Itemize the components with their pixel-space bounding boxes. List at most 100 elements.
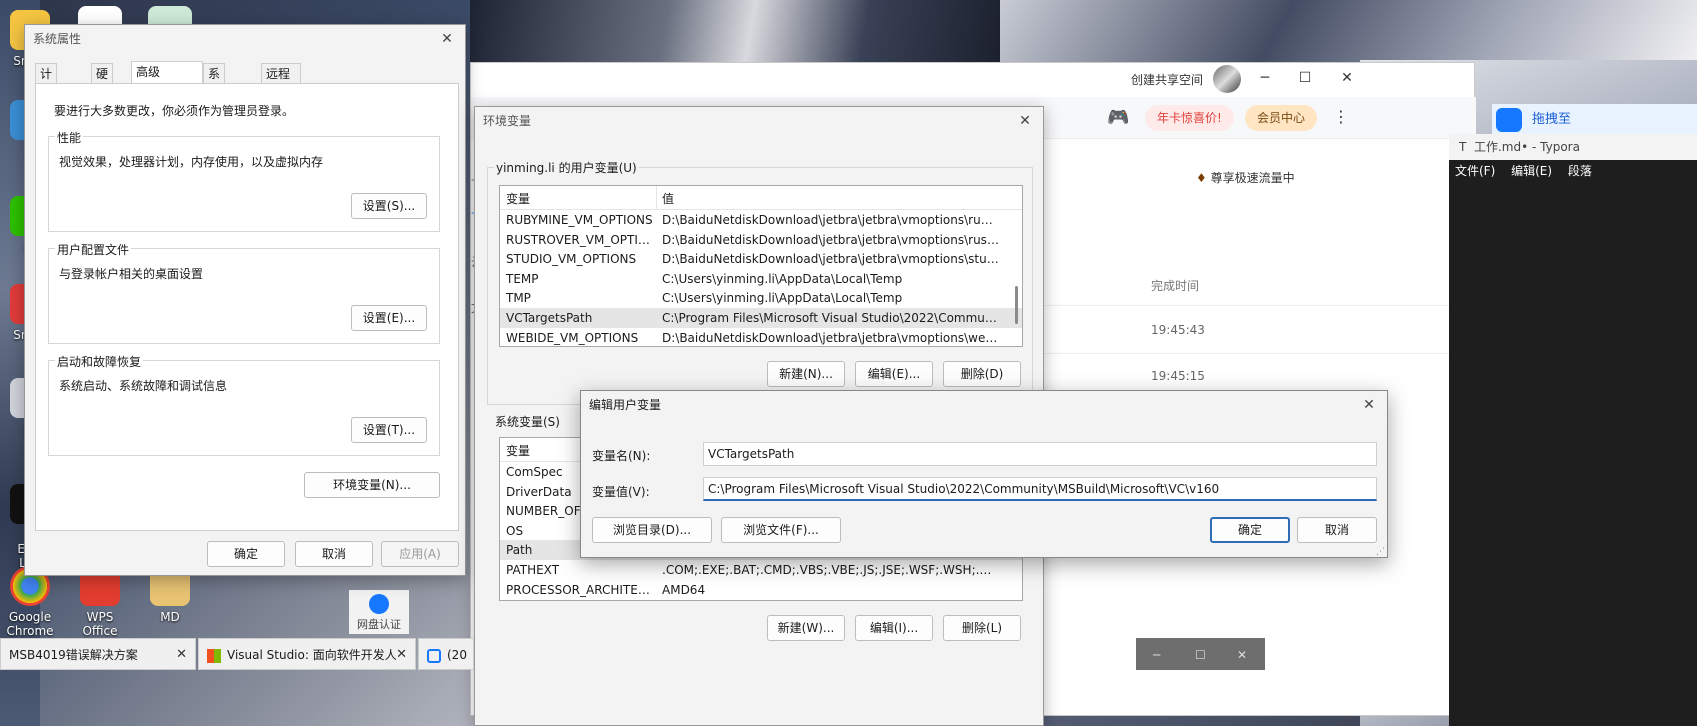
group-description: 视觉效果，处理器计划，内存使用，以及虚拟内存 xyxy=(59,155,324,169)
table-row[interactable]: PROCESSOR_ARCHITECT... AMD64 xyxy=(500,580,1022,600)
tab-advanced[interactable]: 高级 xyxy=(131,61,203,85)
baidu-verify-label: 网盘认证 xyxy=(357,618,401,631)
resize-grip-icon[interactable]: ⋰ xyxy=(1376,547,1385,557)
system-properties-dialog: 系统属性 ✕ 计算机名 硬件 高级 系统保护 远程 要进行大多数更改，你必须作为… xyxy=(24,24,466,576)
dialog-title: 系统属性 xyxy=(33,32,82,46)
scrollbar-thumb[interactable] xyxy=(1015,286,1018,324)
gamepad-icon[interactable]: 🎮 xyxy=(1107,107,1129,128)
close-icon[interactable]: ✕ xyxy=(1237,639,1247,669)
user-variables-list[interactable]: 变量 值 RUBYMINE_VM_OPTIONS D:\BaiduNetdiskD… xyxy=(499,185,1023,347)
divider xyxy=(1011,353,1451,354)
var-value: D:\BaiduNetdiskDownload\jetbra\jetbra\vm… xyxy=(662,232,1000,247)
tab-msb4019[interactable]: MSB4019错误解决方案 ✕ xyxy=(0,638,196,670)
completion-time: 19:45:15 xyxy=(1151,369,1205,383)
table-row[interactable]: WEBIDE_VM_OPTIONS D:\BaiduNetdiskDownload… xyxy=(500,328,1022,346)
table-row[interactable]: PATHEXT .COM;.EXE;.BAT;.CMD;.VBS;.VBE;.JS… xyxy=(500,560,1022,580)
more-icon[interactable]: ⋮ xyxy=(1333,107,1349,126)
desktop-icon-label: MD xyxy=(160,610,180,624)
browse-file-button[interactable]: 浏览文件(F)... xyxy=(721,517,841,543)
drag-label: 拖拽至 xyxy=(1532,112,1572,127)
close-icon[interactable]: ✕ xyxy=(1335,67,1359,89)
column-header-value[interactable]: 值 xyxy=(662,190,674,207)
vip-center-button[interactable]: 会员中心 xyxy=(1245,105,1318,131)
user-new-button[interactable]: 新建(N)... xyxy=(767,361,845,387)
variable-name-field[interactable]: VCTargetsPath xyxy=(703,442,1377,466)
group-legend: 用户配置文件 xyxy=(55,241,132,258)
tab-bilibili[interactable]: (20 xyxy=(418,638,474,670)
ok-button[interactable]: 确定 xyxy=(1210,517,1290,543)
menu-file[interactable]: 文件(F) xyxy=(1455,164,1495,178)
var-value: C:\Program Files\Microsoft Visual Studio… xyxy=(662,310,1000,325)
table-row[interactable]: TEMP C:\Users\yinming.li\AppData\Local\Te… xyxy=(500,269,1022,289)
speed-status-label: 尊享极速流量中 xyxy=(1210,171,1295,185)
dialog-titlebar: 编辑用户变量 ✕ xyxy=(581,391,1387,419)
var-value: D:\BaiduNetdiskDownload\jetbra\jetbra\vm… xyxy=(662,213,1000,227)
browse-directory-button[interactable]: 浏览目录(D)... xyxy=(592,517,712,543)
window-controls: ─ ☐ ✕ xyxy=(1136,638,1265,670)
table-row[interactable]: RUSTROVER_VM_OPTIONS D:\BaiduNetdiskDownl… xyxy=(500,230,1022,250)
tab-label: MSB4019错误解决方案 xyxy=(9,648,138,662)
environment-variables-button[interactable]: 环境变量(N)... xyxy=(304,472,440,498)
close-icon[interactable]: ✕ xyxy=(437,25,457,53)
typora-logo-icon: T xyxy=(1459,140,1467,154)
table-row-selected[interactable]: VCTargetsPath C:\Program Files\Microsoft … xyxy=(500,307,1022,328)
shield-icon xyxy=(369,594,389,614)
group-description: 系统启动、系统故障和调试信息 xyxy=(59,379,228,393)
typora-titlebar: T 工作.md• - Typora xyxy=(1449,134,1697,160)
tab-visual-studio[interactable]: Visual Studio: 面向软件开发人 ✕ xyxy=(198,638,416,670)
close-icon[interactable]: ✕ xyxy=(1359,391,1379,419)
maximize-icon[interactable]: ☐ xyxy=(1293,67,1317,89)
group-legend: yinming.li 的用户变量(U) xyxy=(494,159,639,176)
table-row[interactable]: RUBYMINE_VM_OPTIONS D:\BaiduNetdiskDownlo… xyxy=(500,210,1022,230)
list-header: 变量 值 xyxy=(500,186,1022,210)
cancel-button[interactable]: 取消 xyxy=(1297,517,1377,543)
maximize-icon[interactable]: ☐ xyxy=(1195,639,1206,669)
minimize-icon[interactable]: ─ xyxy=(1153,639,1160,669)
user-profile-settings-button[interactable]: 设置(E)... xyxy=(351,305,427,331)
var-value: C:\Users\yinming.li\AppData\Local\Temp xyxy=(662,291,903,306)
close-icon[interactable]: ✕ xyxy=(396,639,407,669)
promo-badge[interactable]: 年卡惊喜价! xyxy=(1145,105,1234,131)
dialog-title: 环境变量 xyxy=(483,114,532,128)
desktop-icon-chrome[interactable]: Google Chrome xyxy=(0,566,60,638)
var-name: RUBYMINE_VM_OPTIONS xyxy=(506,213,653,227)
system-variables-label: 系统变量(S) xyxy=(495,415,560,429)
var-name: RUSTROVER_VM_OPTIONS xyxy=(506,232,654,247)
avatar[interactable] xyxy=(1213,65,1241,93)
table-row[interactable]: STUDIO_VM_OPTIONS D:\BaiduNetdiskDownload… xyxy=(500,249,1022,269)
tab-label: Visual Studio: 面向软件开发人 xyxy=(227,648,397,662)
ok-button[interactable]: 确定 xyxy=(207,541,285,567)
typora-menubar: 文件(F) 编辑(E) 段落 xyxy=(1449,160,1697,182)
speed-status: ♦ 尊享极速流量中 xyxy=(1196,169,1295,186)
close-icon[interactable]: ✕ xyxy=(176,639,187,669)
apply-button[interactable]: 应用(A) xyxy=(381,541,459,567)
user-delete-button[interactable]: 删除(D) xyxy=(943,361,1021,387)
column-separator[interactable] xyxy=(656,186,657,210)
tab-computer-name[interactable]: 计算机名 xyxy=(35,63,58,141)
var-value: C:\Users\yinming.li\AppData\Local\Temp xyxy=(662,271,903,286)
startup-settings-button[interactable]: 设置(T)... xyxy=(351,417,427,443)
typora-window: T 工作.md• - Typora 文件(F) 编辑(E) 段落 xyxy=(1449,134,1697,726)
tab-hardware[interactable]: 硬件 xyxy=(91,63,114,101)
wallpaper-art xyxy=(470,0,1030,70)
table-row[interactable]: TMP C:\Users\yinming.li\AppData\Local\Tem… xyxy=(500,288,1022,308)
performance-settings-button[interactable]: 设置(S)... xyxy=(351,193,427,219)
baidu-verify[interactable]: 网盘认证 xyxy=(349,590,409,634)
divider xyxy=(1011,305,1451,306)
tab-system-protection[interactable]: 系统保护 xyxy=(203,63,226,141)
column-header-variable[interactable]: 变量 xyxy=(506,190,530,207)
close-icon[interactable]: ✕ xyxy=(1015,107,1035,135)
browser-tab-strip: MSB4019错误解决方案 ✕ Visual Studio: 面向软件开发人 ✕… xyxy=(0,638,1265,670)
tab-remote[interactable]: 远程 xyxy=(261,63,301,83)
variable-value-field[interactable]: C:\Program Files\Microsoft Visual Studio… xyxy=(703,477,1377,501)
menu-edit[interactable]: 编辑(E) xyxy=(1511,164,1552,178)
menu-paragraph[interactable]: 段落 xyxy=(1568,164,1592,178)
baidu-drag-panel[interactable]: 拖拽至 xyxy=(1492,104,1697,136)
desktop-icon-wps[interactable]: WPS Office xyxy=(70,566,130,638)
minimize-icon[interactable]: ─ xyxy=(1253,67,1277,89)
column-header-variable[interactable]: 变量 xyxy=(506,442,530,459)
user-edit-button[interactable]: 编辑(E)... xyxy=(855,361,933,387)
create-shared-space[interactable]: 创建共享空间 xyxy=(1131,71,1203,88)
cancel-button[interactable]: 取消 xyxy=(295,541,373,567)
dialog-title: 编辑用户变量 xyxy=(589,398,662,412)
